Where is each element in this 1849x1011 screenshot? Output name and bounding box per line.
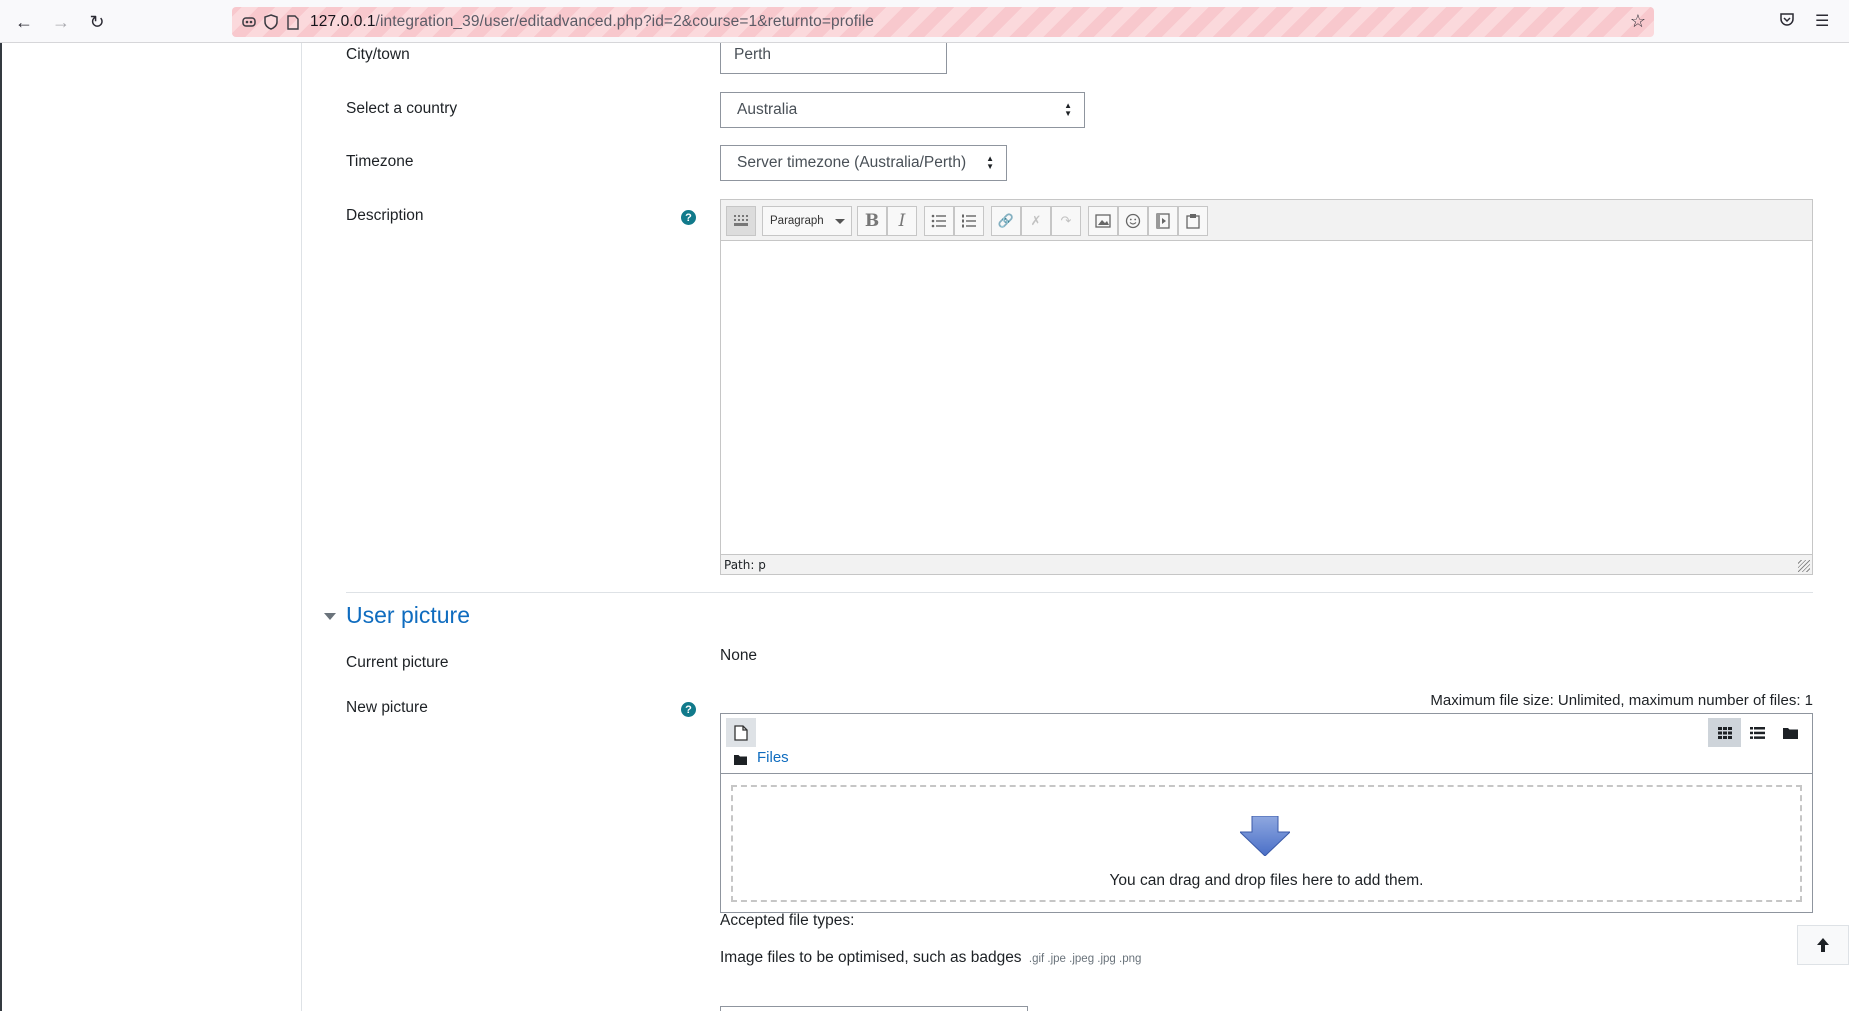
file-picker: Files You can drag and drop files here t… <box>720 713 1813 913</box>
unlink-icon[interactable]: ✗ <box>1021 206 1051 236</box>
page-icon[interactable] <box>282 11 304 33</box>
country-value: Australia <box>737 101 798 118</box>
url-text[interactable]: 127.0.0.1/integration_39/user/editadvanc… <box>310 13 874 31</box>
manage-files-icon[interactable] <box>1178 206 1208 236</box>
back-arrow-icon[interactable]: ← <box>10 10 38 34</box>
timezone-select[interactable]: Server timezone (Australia/Perth) ▲ ▼ <box>720 145 1007 181</box>
paragraph-format-dropdown[interactable]: Paragraph <box>762 206 852 236</box>
grid-view-icon[interactable] <box>1708 718 1741 747</box>
page-content: City/town Perth Select a country Austral… <box>0 43 1849 1011</box>
collapse-caret-icon[interactable] <box>324 613 336 620</box>
emoticon-icon[interactable] <box>1118 206 1148 236</box>
shield-icon[interactable] <box>260 11 282 33</box>
drop-arrow-icon <box>1238 815 1292 861</box>
list-view-icon[interactable] <box>1741 718 1774 747</box>
url-path: /integration_39/user/editadvanced.php?id… <box>375 13 874 30</box>
left-edge <box>0 43 2 1011</box>
description-label: Description <box>346 207 424 224</box>
editor-path-text: Path: p <box>724 557 766 572</box>
country-select[interactable]: Australia ▲ ▼ <box>720 92 1085 128</box>
paragraph-format-label: Paragraph <box>770 215 824 227</box>
folder-view-icon[interactable] <box>1774 718 1807 747</box>
accepted-types-description: Image files to be optimised, such as bad… <box>720 949 1141 967</box>
editor-content-area[interactable] <box>721 241 1812 555</box>
left-drawer <box>0 43 302 1011</box>
section-divider <box>346 592 1813 593</box>
view-switcher <box>1708 718 1807 747</box>
current-picture-value: None <box>720 647 758 664</box>
pocket-icon[interactable] <box>1779 11 1795 32</box>
toolbar-toggle-icon[interactable] <box>726 206 756 236</box>
bold-icon[interactable]: B <box>857 206 887 236</box>
editor-path-bar: Path: p <box>721 554 1812 574</box>
forward-arrow-icon[interactable]: → <box>47 10 75 34</box>
drop-zone[interactable]: You can drag and drop files here to add … <box>731 785 1802 902</box>
url-bar[interactable]: 127.0.0.1/integration_39/user/editadvanc… <box>232 7 1654 37</box>
browser-toolbar: ← → ↻ 127.0.0.1/integration_39/user/edit… <box>0 0 1849 43</box>
file-picker-toolbar: Files <box>721 714 1812 774</box>
select-arrows-icon: ▲ ▼ <box>986 154 994 171</box>
new-picture-label: New picture <box>346 699 428 716</box>
description-editor[interactable]: Paragraph B I 🔗 ✗ ↷ Path: p <box>720 199 1813 575</box>
country-label: Select a country <box>346 100 458 117</box>
next-field-input[interactable] <box>720 1006 1028 1011</box>
timezone-value: Server timezone (Australia/Perth) <box>737 154 967 171</box>
resize-handle-icon[interactable] <box>1798 560 1810 572</box>
city-input[interactable]: Perth <box>720 43 947 74</box>
accepted-types-text: Image files to be optimised, such as bad… <box>720 949 1022 966</box>
bullet-list-icon[interactable] <box>924 206 954 236</box>
max-file-size-text: Maximum file size: Unlimited, maximum nu… <box>1430 692 1813 709</box>
add-file-button[interactable] <box>726 718 756 747</box>
reload-icon[interactable]: ↻ <box>83 10 111 34</box>
timezone-label: Timezone <box>346 153 414 170</box>
user-picture-heading[interactable]: User picture <box>346 602 470 629</box>
italic-icon[interactable]: I <box>887 206 917 236</box>
help-icon[interactable]: ? <box>681 702 696 717</box>
back-to-top-button[interactable] <box>1797 925 1849 965</box>
accepted-types-label: Accepted file types: <box>720 912 855 929</box>
image-icon[interactable] <box>1088 206 1118 236</box>
media-icon[interactable] <box>1148 206 1178 236</box>
current-picture-label: Current picture <box>346 654 449 671</box>
editor-toolbar: Paragraph B I 🔗 ✗ ↷ <box>721 200 1812 241</box>
link-icon[interactable]: 🔗 <box>991 206 1021 236</box>
files-path-link[interactable]: Files <box>757 749 789 766</box>
tracking-icon[interactable] <box>238 11 260 33</box>
help-icon[interactable]: ? <box>681 210 696 225</box>
redo-icon[interactable]: ↷ <box>1051 206 1081 236</box>
city-label: City/town <box>346 46 410 63</box>
chevron-down-icon <box>835 219 845 224</box>
numbered-list-icon[interactable] <box>954 206 984 236</box>
arrow-up-icon <box>1817 938 1829 952</box>
file-icon <box>734 724 748 741</box>
bookmark-star-icon[interactable]: ☆ <box>1630 11 1646 32</box>
menu-icon[interactable]: ☰ <box>1815 11 1829 31</box>
folder-icon <box>734 754 747 768</box>
accepted-extensions: .gif .jpe .jpeg .jpg .png <box>1028 953 1142 965</box>
drop-hint-text: You can drag and drop files here to add … <box>1109 872 1424 889</box>
select-arrows-icon: ▲ ▼ <box>1064 101 1072 118</box>
url-host: 127.0.0.1 <box>310 13 376 30</box>
